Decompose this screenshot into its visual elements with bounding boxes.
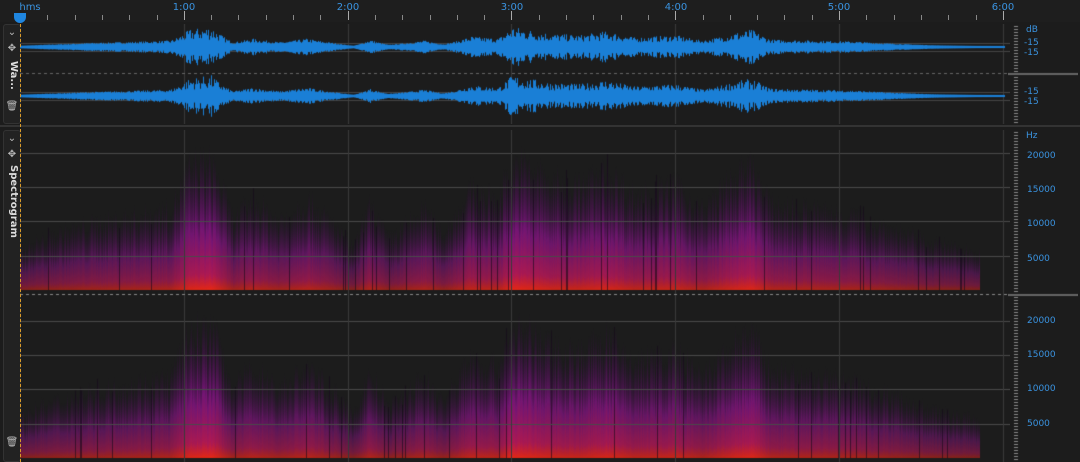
waveform-canvas[interactable]	[20, 24, 1010, 124]
ruler-tick	[265, 15, 267, 20]
ruler-tick	[729, 15, 731, 20]
trash-icon[interactable]: 🗑	[4, 437, 20, 448]
db-scale	[1008, 24, 1078, 124]
freq-label: 20000	[1027, 151, 1056, 161]
db-label: -15	[1024, 38, 1039, 48]
ruler-tick	[129, 15, 131, 20]
db-label: -15	[1024, 87, 1039, 97]
time-ruler[interactable]: hms 1:00 2:00 3:00 4:00 5:00 6:00	[0, 0, 1080, 23]
ruler-tick	[429, 15, 431, 20]
ruler-tick	[675, 11, 677, 20]
ruler-tick	[839, 11, 840, 20]
collapse-chevron-icon[interactable]: ⌄	[4, 133, 20, 144]
ruler-tick	[948, 15, 950, 20]
freq-label: 10000	[1027, 219, 1056, 229]
move-icon[interactable]: ✥	[4, 43, 20, 54]
freq-label: 5000	[1027, 419, 1050, 429]
ruler-tick	[811, 15, 813, 20]
ruler-tick	[593, 15, 595, 20]
freq-label: 15000	[1027, 185, 1056, 195]
ruler-tick	[402, 15, 404, 20]
ruler-tick	[920, 15, 922, 20]
ruler-tick	[757, 15, 759, 20]
ruler-tick	[647, 15, 649, 20]
ruler-tick	[566, 15, 567, 20]
db-unit-label: dB	[1026, 25, 1038, 35]
ruler-tick	[1002, 11, 1004, 20]
ruler-tick	[101, 15, 103, 20]
ruler-tick	[156, 15, 158, 20]
spectrogram-track: ⌄ ✥ Spectrogram 🗑 Hz 20000 15000 10000 5…	[0, 130, 1080, 462]
ruler-tick	[211, 15, 213, 20]
playhead-handle[interactable]	[14, 13, 26, 23]
ruler-tick	[293, 15, 294, 20]
ruler-tick	[456, 15, 458, 20]
ruler-tick	[347, 11, 349, 20]
waveform-track-header: ⌄ ✥ Wa... 🗑	[3, 24, 21, 124]
hz-scale	[1008, 130, 1078, 462]
waveform-track: ⌄ ✥ Wa... 🗑 dB -15 -15 -15 -15	[0, 24, 1080, 124]
ruler-tick	[183, 11, 185, 20]
track-separator[interactable]	[0, 125, 1080, 127]
hz-unit-label: Hz	[1026, 131, 1038, 141]
ruler-tick	[975, 15, 977, 20]
spectrogram-canvas[interactable]	[20, 130, 1010, 462]
ruler-tick	[238, 15, 240, 20]
ruler-unit-label: hms	[19, 2, 41, 13]
ruler-tick	[866, 15, 868, 20]
ruler-tick	[47, 15, 49, 20]
ruler-tick	[893, 15, 895, 20]
waveform-track-name: Wa...	[8, 61, 19, 90]
play-cursor-line	[20, 24, 21, 462]
ruler-tick	[620, 15, 622, 20]
freq-label: 10000	[1027, 384, 1056, 394]
ruler-tick	[320, 15, 322, 20]
db-label: -15	[1024, 97, 1039, 107]
spectrogram-track-header: ⌄ ✥ Spectrogram 🗑	[3, 130, 21, 462]
ruler-tick	[484, 15, 486, 20]
ruler-tick	[702, 15, 704, 20]
collapse-chevron-icon[interactable]: ⌄	[4, 27, 20, 38]
freq-label: 20000	[1027, 316, 1056, 326]
freq-label: 15000	[1027, 350, 1056, 360]
ruler-tick	[74, 15, 76, 20]
move-icon[interactable]: ✥	[4, 149, 20, 160]
spectrogram-track-name: Spectrogram	[8, 165, 19, 238]
ruler-tick	[538, 15, 540, 20]
ruler-tick	[784, 15, 786, 20]
ruler-tick	[374, 15, 376, 20]
ruler-tick	[511, 11, 513, 20]
db-label: -15	[1024, 48, 1039, 58]
freq-label: 5000	[1027, 254, 1050, 264]
trash-icon[interactable]: 🗑	[4, 101, 20, 112]
